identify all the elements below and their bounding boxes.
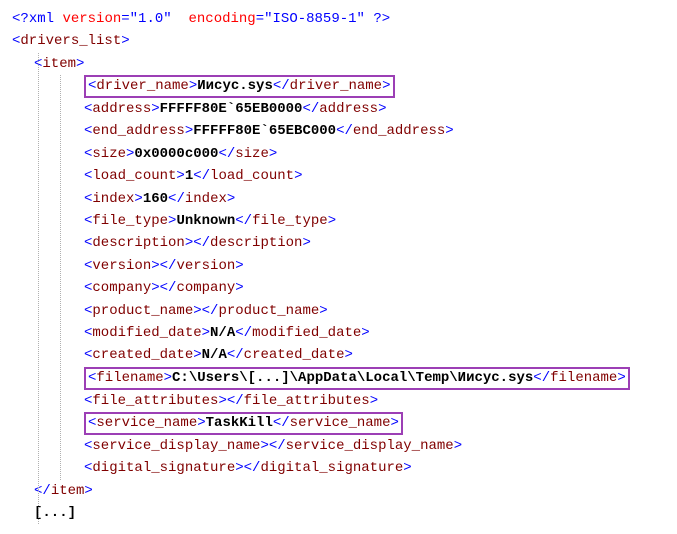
company-row: <company></company>: [12, 277, 665, 299]
file-type-row: <file_type>Unknown</file_type>: [12, 210, 665, 232]
created-date-value: N/A: [202, 347, 227, 363]
address-row: <address>FFFFF80E`65EB0000</address>: [12, 98, 665, 120]
product-name-row: <product_name></product_name>: [12, 300, 665, 322]
item-close: </item>: [12, 480, 665, 502]
filename-row: <filename>C:\Users\[...]\AppData\Local\T…: [12, 367, 665, 390]
modified-date-row: <modified_date>N/A</modified_date>: [12, 322, 665, 344]
size-value: 0x0000c000: [134, 146, 218, 162]
highlight-box: <driver_name>Иисус.sys</driver_name>: [84, 75, 395, 98]
load-count-value: 1: [185, 168, 193, 184]
item-open: <item>: [12, 53, 665, 75]
modified-date-value: N/A: [210, 325, 235, 341]
drivers-list-open: <drivers_list>: [12, 30, 665, 52]
file-attributes-row: <file_attributes></file_attributes>: [12, 390, 665, 412]
file-type-value: Unknown: [176, 213, 235, 229]
version-row: <version></version>: [12, 255, 665, 277]
xml-code-block: <?xml version="1.0" encoding="ISO-8859-1…: [12, 8, 665, 524]
end-address-row: <end_address>FFFFF80E`65EBC000</end_addr…: [12, 120, 665, 142]
description-row: <description></description>: [12, 232, 665, 254]
service-display-name-row: <service_display_name></service_display_…: [12, 435, 665, 457]
index-value: 160: [143, 191, 168, 207]
service-name-value: TaskKill: [206, 415, 273, 431]
created-date-row: <created_date>N/A</created_date>: [12, 344, 665, 366]
xml-declaration: <?xml version="1.0" encoding="ISO-8859-1…: [12, 8, 665, 30]
size-row: <size>0x0000c000</size>: [12, 143, 665, 165]
driver-name-row: <driver_name>Иисус.sys</driver_name>: [12, 75, 665, 98]
end-address-value: FFFFF80E`65EBC000: [193, 123, 336, 139]
load-count-row: <load_count>1</load_count>: [12, 165, 665, 187]
highlight-box: <service_name>TaskKill</service_name>: [84, 412, 403, 435]
filename-value: C:\Users\[...]\AppData\Local\Temp\Иисус.…: [172, 370, 533, 386]
service-name-row: <service_name>TaskKill</service_name>: [12, 412, 665, 435]
digital-signature-row: <digital_signature></digital_signature>: [12, 457, 665, 479]
ellipsis-row: [...]: [12, 502, 665, 524]
address-value: FFFFF80E`65EB0000: [160, 101, 303, 117]
highlight-box: <filename>C:\Users\[...]\AppData\Local\T…: [84, 367, 630, 390]
driver-name-value: Иисус.sys: [197, 78, 273, 94]
index-row: <index>160</index>: [12, 188, 665, 210]
